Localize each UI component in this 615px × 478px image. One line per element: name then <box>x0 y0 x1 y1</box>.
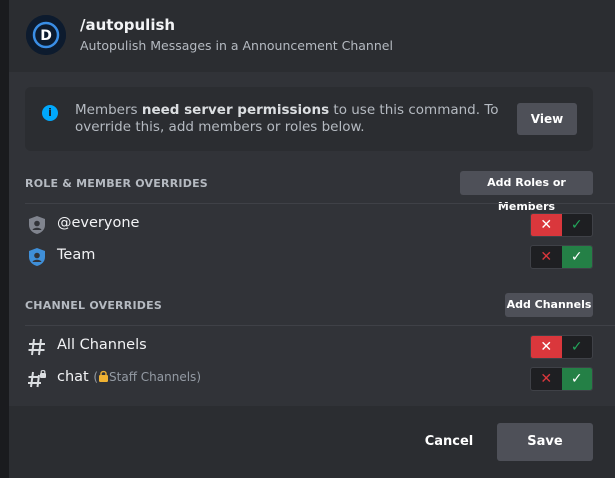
override-label: Team <box>57 247 96 263</box>
override-row-everyone: @everyone ✕ ✓ <box>25 212 593 238</box>
deny-x-icon[interactable]: ✕ <box>531 214 562 236</box>
command-permissions-modal: D /autopulish Autopulish Messages in a A… <box>9 0 615 478</box>
svg-text:D: D <box>40 28 52 44</box>
command-name: /autopulish <box>80 16 176 34</box>
divider <box>25 203 615 204</box>
allow-check-icon[interactable]: ✓ <box>561 246 592 268</box>
channel-category: (Staff Channels) <box>93 370 201 384</box>
deny-x-icon[interactable]: ✕ <box>531 368 562 390</box>
modal-footer: Cancel Save <box>9 406 615 478</box>
permission-toggle: ✕ ✓ <box>530 367 593 391</box>
hash-icon <box>28 338 45 356</box>
info-icon: i <box>42 105 58 121</box>
deny-x-icon[interactable]: ✕ <box>531 336 562 358</box>
allow-check-icon[interactable]: ✓ <box>562 214 593 236</box>
permission-toggle: ✕ ✓ <box>530 213 593 237</box>
app-avatar: D <box>26 15 66 55</box>
view-button[interactable]: View <box>517 103 577 135</box>
backdrop <box>0 0 9 478</box>
notice-text: Members need server permissions to use t… <box>75 102 499 135</box>
lock-icon <box>99 370 109 382</box>
app-logo-icon: D <box>26 15 66 55</box>
divider <box>25 325 615 326</box>
channel-overrides-title: CHANNEL OVERRIDES <box>25 299 162 312</box>
allow-check-icon[interactable]: ✓ <box>562 336 593 358</box>
add-roles-or-members-button[interactable]: Add Roles or Members <box>460 171 593 213</box>
override-label: @everyone <box>57 215 140 231</box>
override-label: chat (Staff Channels) <box>57 369 201 385</box>
role-shield-icon <box>29 248 45 266</box>
override-row-all-channels: All Channels ✕ ✓ <box>25 334 593 360</box>
role-shield-icon <box>29 216 45 234</box>
override-row-chat: chat (Staff Channels) ✕ ✓ <box>25 366 593 392</box>
override-row-team: Team ✕ ✓ <box>25 244 593 270</box>
add-channels-button[interactable]: Add Channels <box>505 293 593 317</box>
locked-hash-icon <box>28 369 46 388</box>
permission-toggle: ✕ ✓ <box>530 335 593 359</box>
permissions-notice: i Members need server permissions to use… <box>25 87 593 151</box>
command-description: Autopulish Messages in a Announcement Ch… <box>80 38 393 53</box>
cancel-button[interactable]: Cancel <box>419 424 479 460</box>
save-button[interactable]: Save <box>497 423 593 461</box>
modal-header: D /autopulish Autopulish Messages in a A… <box>9 0 615 72</box>
role-overrides-title: ROLE & MEMBER OVERRIDES <box>25 177 208 190</box>
permission-toggle: ✕ ✓ <box>530 245 593 269</box>
allow-check-icon[interactable]: ✓ <box>561 368 592 390</box>
deny-x-icon[interactable]: ✕ <box>531 246 562 268</box>
override-label: All Channels <box>57 337 147 353</box>
